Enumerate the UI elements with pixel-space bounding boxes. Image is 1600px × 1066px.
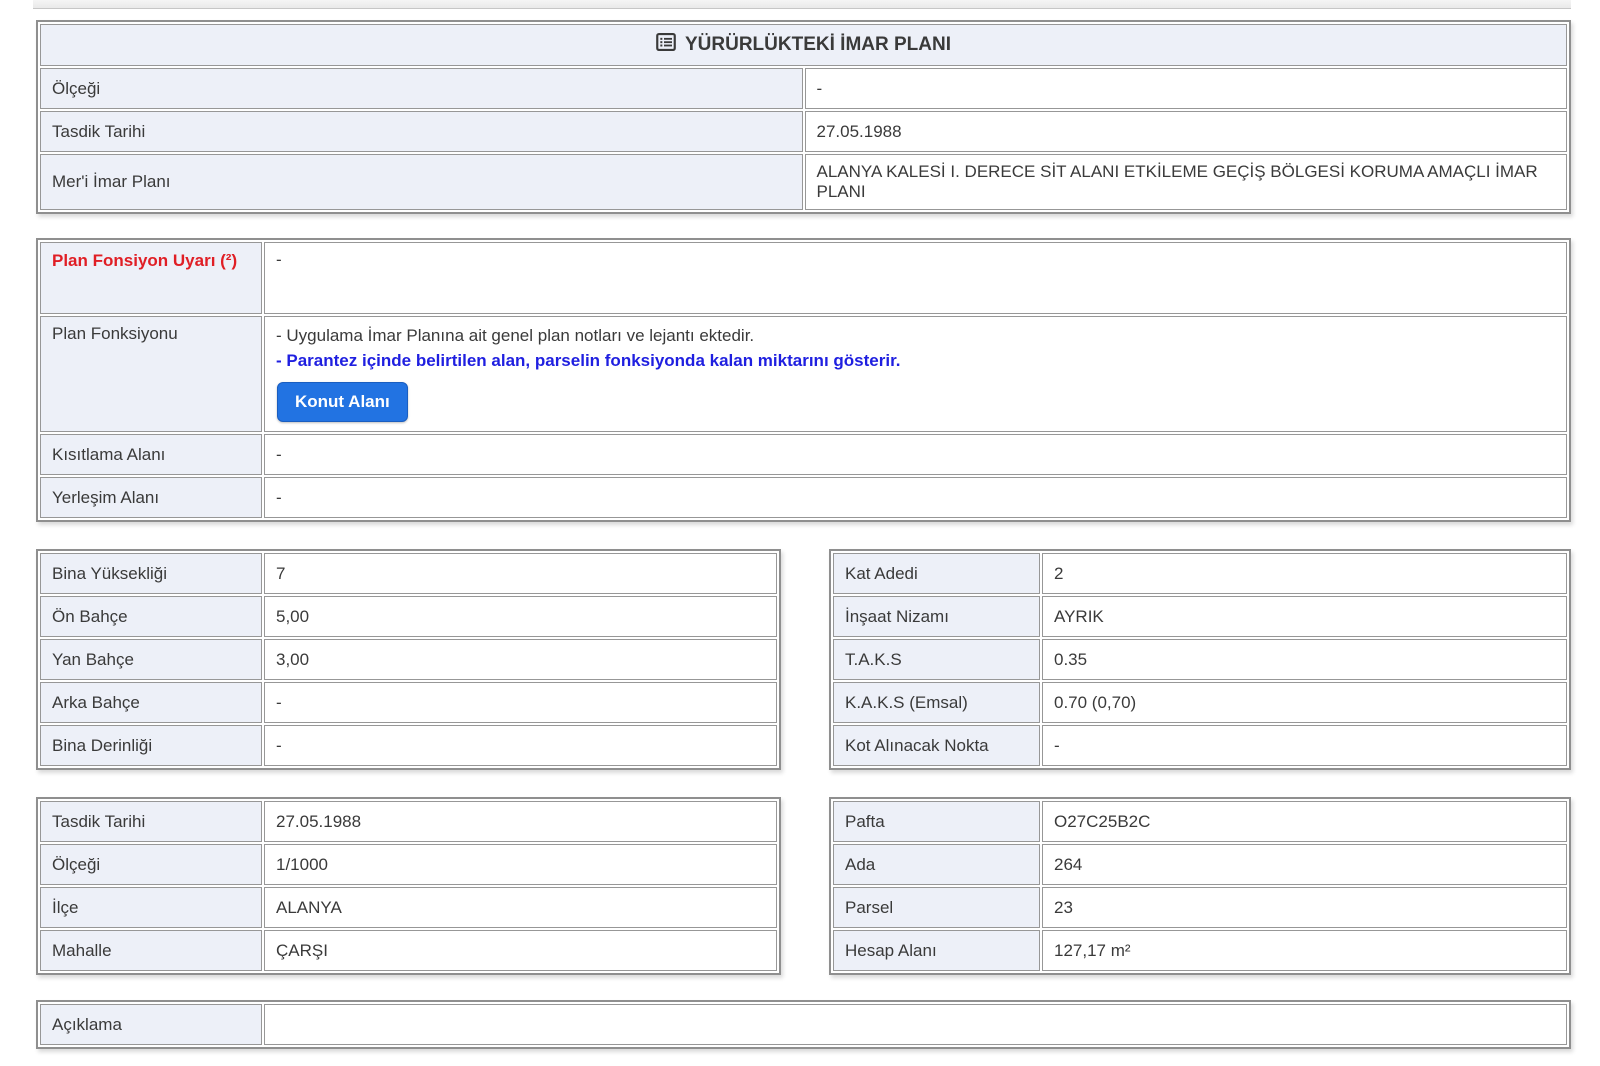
- imar-plani-page: YÜRÜRLÜKTEKİ İMAR PLANI Ölçeği - Tasdik …: [0, 0, 1600, 1066]
- row-label: Arka Bahçe: [40, 682, 262, 723]
- table-row: İlçe ALANYA: [40, 887, 777, 928]
- row-value: 23: [1042, 887, 1567, 928]
- row-label: Ölçeği: [40, 68, 803, 109]
- row-value: ALANYA: [264, 887, 777, 928]
- row-value: ÇARŞI: [264, 930, 777, 971]
- table-row: Ölçeği 1/1000: [40, 844, 777, 885]
- table-row: Yan Bahçe 3,00: [40, 639, 777, 680]
- row-label: Ada: [833, 844, 1040, 885]
- table-header-row: YÜRÜRLÜKTEKİ İMAR PLANI: [40, 24, 1567, 66]
- row-value: 27.05.1988: [264, 801, 777, 842]
- row-value: 127,17 m²: [1042, 930, 1567, 971]
- table-row: Tasdik Tarihi 27.05.1988: [40, 801, 777, 842]
- row-label: İnşaat Nizamı: [833, 596, 1040, 637]
- row-label: Ölçeği: [40, 844, 262, 885]
- row-label: Tasdik Tarihi: [40, 801, 262, 842]
- table-row: Parsel 23: [833, 887, 1567, 928]
- row-label: Mahalle: [40, 930, 262, 971]
- table-row: Bina Yüksekliği 7: [40, 553, 777, 594]
- table-row: Plan Fonsiyon Uyarı (²) -: [40, 242, 1567, 314]
- row-value: -: [264, 434, 1567, 475]
- row-value: 0.35: [1042, 639, 1567, 680]
- row-value: 2: [1042, 553, 1567, 594]
- row-label: Bina Derinliği: [40, 725, 262, 766]
- row-label: İlçe: [40, 887, 262, 928]
- row-label: T.A.K.S: [833, 639, 1040, 680]
- row-label: Bina Yüksekliği: [40, 553, 262, 594]
- table-row: Hesap Alanı 127,17 m²: [833, 930, 1567, 971]
- metrics-row: Bina Yüksekliği 7 Ön Bahçe 5,00 Yan Bahç…: [36, 549, 1571, 770]
- table-row: Arka Bahçe -: [40, 682, 777, 723]
- table-row: Bina Derinliği -: [40, 725, 777, 766]
- row-label: K.A.K.S (Emsal): [833, 682, 1040, 723]
- table-row: K.A.K.S (Emsal) 0.70 (0,70): [833, 682, 1567, 723]
- table-row: Pafta O27C25B2C: [833, 801, 1567, 842]
- row-value: 1/1000: [264, 844, 777, 885]
- page-content: YÜRÜRLÜKTEKİ İMAR PLANI Ölçeği - Tasdik …: [0, 0, 1600, 1066]
- plan-function-label: Plan Fonksiyonu: [40, 316, 262, 432]
- row-value: 264: [1042, 844, 1567, 885]
- row-value: AYRIK: [1042, 596, 1567, 637]
- plan-function-table: Plan Fonsiyon Uyarı (²) - Plan Fonksiyon…: [36, 238, 1571, 522]
- table-row: İnşaat Nizamı AYRIK: [833, 596, 1567, 637]
- table-row: Ada 264: [833, 844, 1567, 885]
- row-value: 27.05.1988: [805, 111, 1568, 152]
- row-label: Kat Adedi: [833, 553, 1040, 594]
- row-label: Kısıtlama Alanı: [40, 434, 262, 475]
- page-top-divider: [33, 0, 1571, 9]
- table-row: Açıklama: [40, 1004, 1567, 1045]
- building-metrics-table: Bina Yüksekliği 7 Ön Bahçe 5,00 Yan Bahç…: [36, 549, 781, 770]
- table-row: Mer'i İmar Planı ALANYA KALESİ I. DERECE…: [40, 154, 1567, 210]
- row-value: -: [805, 68, 1568, 109]
- table-row: Kat Adedi 2: [833, 553, 1567, 594]
- row-value: O27C25B2C: [1042, 801, 1567, 842]
- current-plan-table: YÜRÜRLÜKTEKİ İMAR PLANI Ölçeği - Tasdik …: [36, 20, 1571, 214]
- current-plan-title: YÜRÜRLÜKTEKİ İMAR PLANI: [685, 34, 951, 56]
- table-row: Kısıtlama Alanı -: [40, 434, 1567, 475]
- row-value: 5,00: [264, 596, 777, 637]
- zone-konut-alani-button[interactable]: Konut Alanı: [277, 382, 408, 422]
- row-label: Ön Bahçe: [40, 596, 262, 637]
- row-label: Tasdik Tarihi: [40, 111, 803, 152]
- plan-note-plain: - Uygulama İmar Planına ait genel plan n…: [276, 324, 1555, 349]
- table-row: Ölçeği -: [40, 68, 1567, 109]
- table-row: Ön Bahçe 5,00: [40, 596, 777, 637]
- row-value: 0.70 (0,70): [1042, 682, 1567, 723]
- row-value: ALANYA KALESİ I. DERECE SİT ALANI ETKİLE…: [805, 154, 1568, 210]
- table-row: Kot Alınacak Nokta -: [833, 725, 1567, 766]
- row-value: -: [1042, 725, 1567, 766]
- row-value: -: [264, 477, 1567, 518]
- parcel-details-table: Pafta O27C25B2C Ada 264 Parsel 23 Hesap …: [829, 797, 1571, 975]
- table-row: Plan Fonksiyonu - Uygulama İmar Planına …: [40, 316, 1567, 432]
- row-label: Mer'i İmar Planı: [40, 154, 803, 210]
- plan-function-warning-label: Plan Fonsiyon Uyarı (²): [40, 242, 262, 314]
- table-row: Mahalle ÇARŞI: [40, 930, 777, 971]
- plan-details-table: Tasdik Tarihi 27.05.1988 Ölçeği 1/1000 İ…: [36, 797, 781, 975]
- description-table: Açıklama: [36, 1000, 1571, 1049]
- plan-function-warning-value: -: [264, 242, 1567, 314]
- description-value: [264, 1004, 1567, 1045]
- current-plan-header: YÜRÜRLÜKTEKİ İMAR PLANI: [40, 24, 1567, 66]
- row-label: Kot Alınacak Nokta: [833, 725, 1040, 766]
- row-label: Parsel: [833, 887, 1040, 928]
- row-label: Hesap Alanı: [833, 930, 1040, 971]
- zoning-metrics-table: Kat Adedi 2 İnşaat Nizamı AYRIK T.A.K.S …: [829, 549, 1571, 770]
- table-row: Tasdik Tarihi 27.05.1988: [40, 111, 1567, 152]
- row-value: 3,00: [264, 639, 777, 680]
- row-value: -: [264, 725, 777, 766]
- table-row: Yerleşim Alanı -: [40, 477, 1567, 518]
- plan-note-emphasis: - Parantez içinde belirtilen alan, parse…: [276, 349, 1555, 374]
- row-label: Pafta: [833, 801, 1040, 842]
- row-value: 7: [264, 553, 777, 594]
- row-label: Yan Bahçe: [40, 639, 262, 680]
- table-row: T.A.K.S 0.35: [833, 639, 1567, 680]
- row-label: Yerleşim Alanı: [40, 477, 262, 518]
- list-alt-icon: [656, 32, 676, 58]
- details-row: Tasdik Tarihi 27.05.1988 Ölçeği 1/1000 İ…: [36, 797, 1571, 975]
- description-label: Açıklama: [40, 1004, 262, 1045]
- plan-function-value: - Uygulama İmar Planına ait genel plan n…: [264, 316, 1567, 432]
- row-value: -: [264, 682, 777, 723]
